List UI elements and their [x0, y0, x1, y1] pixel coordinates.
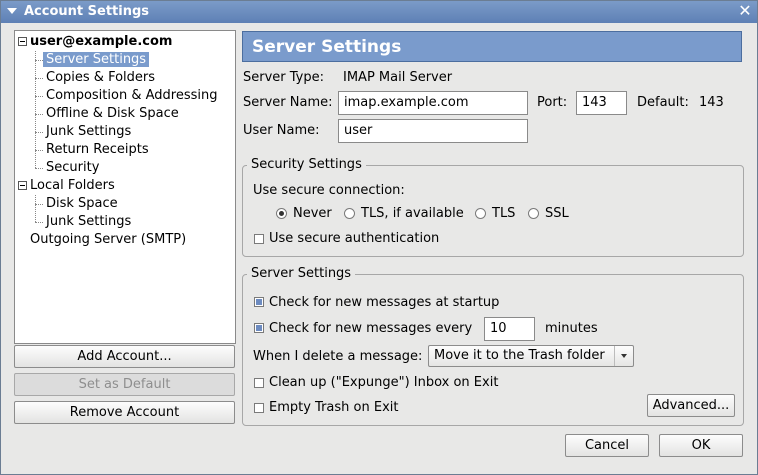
server-type-label: Server Type: — [243, 70, 325, 85]
tree-item-local-folders[interactable]: Local Folders — [30, 177, 115, 195]
radio-tls[interactable] — [475, 208, 486, 219]
account-settings-window: Account Settings ✕ user@example.com Serv… — [0, 0, 758, 475]
delete-action-value: Move it to the Trash folder — [434, 348, 605, 363]
check-every-checkbox[interactable] — [254, 323, 264, 333]
check-startup-checkbox[interactable] — [254, 297, 264, 307]
port-field[interactable]: 143 — [576, 91, 627, 115]
tree-item-server-settings[interactable]: Server Settings — [43, 51, 150, 69]
user-name-field[interactable]: user — [338, 119, 528, 143]
server-name-field[interactable]: imap.example.com — [338, 91, 528, 115]
collapse-icon[interactable] — [18, 37, 27, 46]
tree-item-security[interactable]: Security — [46, 159, 99, 177]
tree-connector — [35, 132, 43, 133]
tree-connector — [35, 114, 43, 115]
tree-connector — [35, 60, 43, 61]
set-default-button[interactable]: Set as Default — [14, 373, 235, 396]
tree-item-disk-space[interactable]: Disk Space — [46, 195, 118, 213]
radio-ssl-label[interactable]: SSL — [545, 206, 569, 221]
remove-account-button[interactable]: Remove Account — [14, 401, 235, 424]
tree-item-copies-folders[interactable]: Copies & Folders — [46, 69, 155, 87]
server-name-label: Server Name: — [243, 95, 333, 110]
user-name-label: User Name: — [243, 123, 320, 138]
tree-item-composition[interactable]: Composition & Addressing — [46, 87, 217, 105]
secure-auth-checkbox[interactable] — [254, 234, 264, 244]
chevron-down-icon[interactable] — [614, 346, 633, 366]
tree-connector — [35, 78, 43, 79]
delete-message-label: When I delete a message: — [253, 349, 423, 364]
window-title: Account Settings — [24, 4, 150, 19]
title-bar: Account Settings ✕ — [1, 1, 757, 23]
empty-trash-label[interactable]: Empty Trash on Exit — [269, 400, 398, 415]
close-icon[interactable]: ✕ — [737, 3, 753, 19]
radio-tls-label[interactable]: TLS — [492, 206, 515, 221]
check-every-label[interactable]: Check for new messages every — [269, 321, 472, 336]
tree-item-outgoing-server[interactable]: Outgoing Server (SMTP) — [30, 231, 186, 249]
server-settings-legend: Server Settings — [247, 266, 356, 281]
check-startup-label[interactable]: Check for new messages at startup — [269, 295, 499, 310]
secure-auth-label[interactable]: Use secure authentication — [269, 231, 439, 246]
tree-connector — [35, 168, 43, 169]
tree-item-local-junk[interactable]: Junk Settings — [46, 213, 131, 231]
tree-connector — [35, 204, 43, 205]
radio-tls-if-available[interactable] — [344, 208, 355, 219]
default-port-value: 143 — [699, 95, 724, 110]
radio-never-label[interactable]: Never — [293, 206, 332, 221]
cancel-button[interactable]: Cancel — [565, 434, 649, 457]
radio-never[interactable] — [276, 208, 287, 219]
radio-tls-if-available-label[interactable]: TLS, if available — [361, 206, 464, 221]
tree-connector — [35, 195, 36, 222]
cleanup-checkbox[interactable] — [254, 378, 264, 388]
account-tree[interactable]: user@example.com Server Settings Copies … — [14, 30, 236, 344]
advanced-button[interactable]: Advanced... — [647, 394, 735, 417]
minutes-label: minutes — [545, 321, 598, 336]
ok-button[interactable]: OK — [659, 434, 743, 457]
page-title: Server Settings — [242, 31, 742, 62]
security-settings-legend: Security Settings — [247, 157, 366, 172]
add-account-button[interactable]: Add Account... — [14, 345, 235, 368]
radio-ssl[interactable] — [528, 208, 539, 219]
check-interval-field[interactable]: 10 — [484, 317, 535, 341]
server-type-value: IMAP Mail Server — [343, 70, 453, 85]
cleanup-label[interactable]: Clean up ("Expunge") Inbox on Exit — [269, 375, 498, 390]
window-menu-icon[interactable] — [7, 8, 17, 14]
collapse-icon[interactable] — [18, 181, 27, 190]
tree-connector — [35, 96, 43, 97]
port-label: Port: — [537, 95, 568, 110]
empty-trash-checkbox[interactable] — [254, 403, 264, 413]
tree-item-return-receipts[interactable]: Return Receipts — [46, 141, 149, 159]
tree-item-account[interactable]: user@example.com — [30, 33, 172, 51]
tree-item-junk-settings[interactable]: Junk Settings — [46, 123, 131, 141]
delete-action-select[interactable]: Move it to the Trash folder — [428, 345, 634, 367]
tree-connector — [35, 222, 43, 223]
default-port-label: Default: — [637, 95, 689, 110]
use-secure-connection-label: Use secure connection: — [253, 183, 405, 198]
tree-item-offline-disk[interactable]: Offline & Disk Space — [46, 105, 179, 123]
tree-connector — [35, 150, 43, 151]
